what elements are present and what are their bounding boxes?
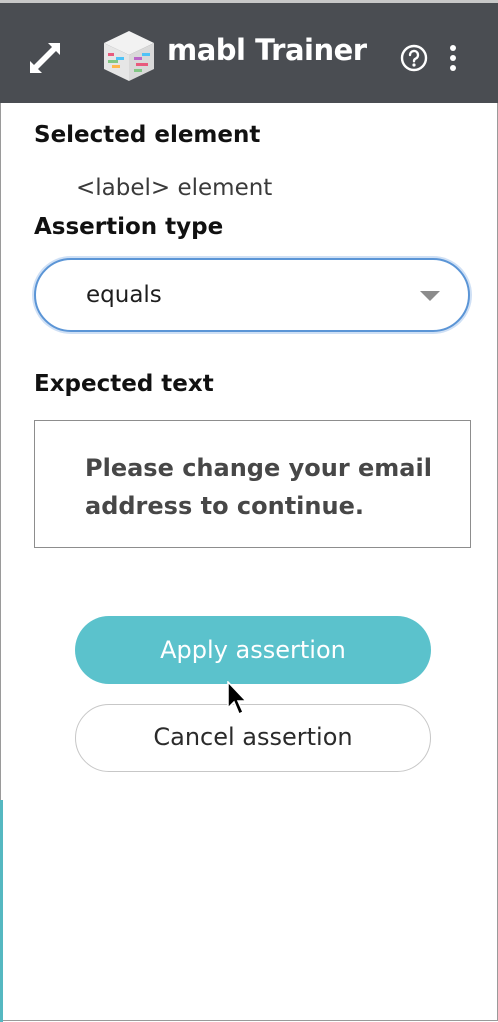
chevron-down-icon	[420, 291, 440, 301]
app-title: mabl Trainer	[167, 33, 367, 67]
assertion-type-select[interactable]: equals	[34, 258, 470, 332]
help-icon[interactable]	[400, 44, 428, 72]
mabl-logo-icon	[104, 31, 154, 81]
expected-text-field[interactable]: Please change your email address to cont…	[34, 420, 471, 548]
apply-assertion-button[interactable]: Apply assertion	[75, 616, 431, 684]
expand-icon[interactable]	[30, 43, 60, 73]
background-edge	[0, 800, 3, 1022]
assertion-type-value: equals	[86, 282, 162, 308]
header-bar: mabl Trainer	[0, 0, 498, 103]
selected-element-value: <label> element	[76, 175, 273, 201]
assertion-type-heading: Assertion type	[34, 214, 224, 240]
cancel-assertion-button[interactable]: Cancel assertion	[75, 704, 431, 772]
selected-element-heading: Selected element	[34, 122, 261, 148]
expected-text-heading: Expected text	[34, 371, 214, 397]
mouse-pointer-icon	[227, 681, 248, 716]
more-vertical-icon[interactable]	[446, 43, 460, 73]
